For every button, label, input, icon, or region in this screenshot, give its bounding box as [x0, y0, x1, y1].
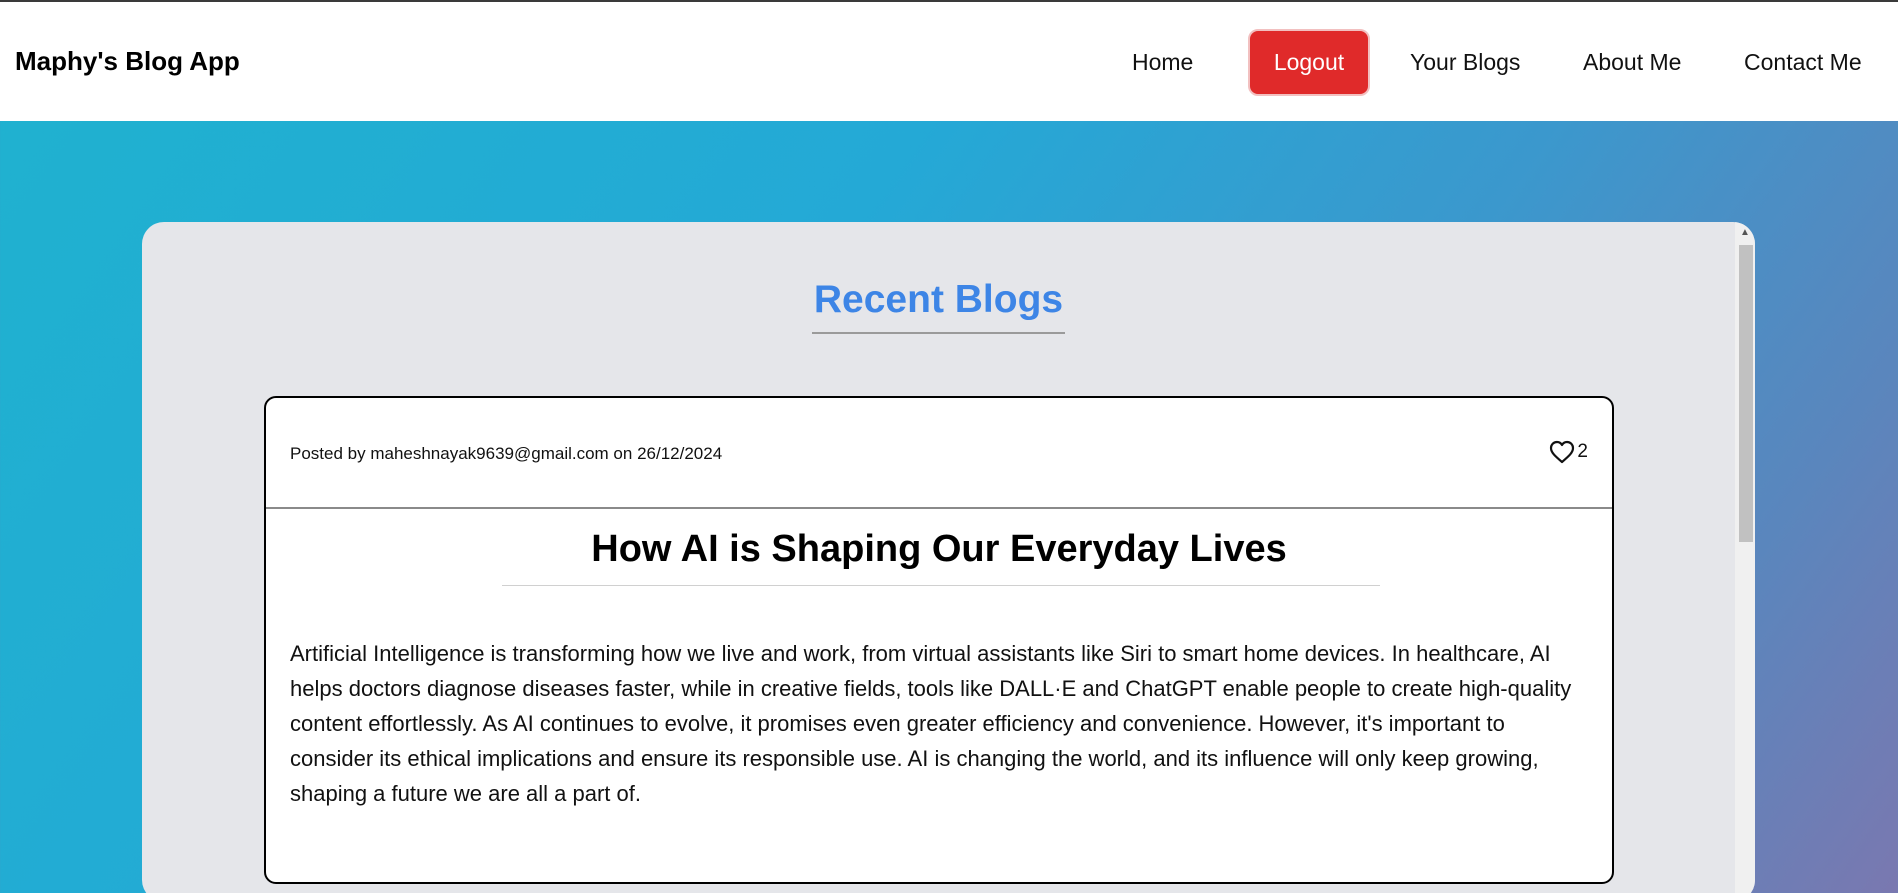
scroll-thumb[interactable]: [1739, 245, 1753, 542]
nav-about-me-link[interactable]: About Me: [1583, 49, 1681, 76]
brand-logo-text[interactable]: Maphy's Blog App: [15, 46, 240, 77]
like-count: 2: [1577, 441, 1588, 462]
section-title: Recent Blogs: [142, 278, 1735, 334]
nav-contact-me-link[interactable]: Contact Me: [1744, 49, 1862, 76]
nav-home-link[interactable]: Home: [1132, 49, 1193, 76]
blog-body-text: Artificial Intelligence is transforming …: [290, 641, 1572, 806]
heart-outline-icon: [1550, 440, 1575, 464]
title-divider: [502, 585, 1380, 586]
blog-title-wrap: How AI is Shaping Our Everyday Lives: [266, 528, 1612, 571]
navbar: Maphy's Blog App Home Logout Your Blogs …: [0, 2, 1898, 121]
scroll-up-arrow-icon[interactable]: ▲: [1735, 226, 1755, 240]
recent-blogs-panel: Recent Blogs Posted by maheshnayak9639@g…: [142, 222, 1755, 893]
recent-blogs-heading: Recent Blogs: [811, 278, 1066, 334]
logout-button[interactable]: Logout: [1248, 29, 1370, 96]
blog-card: Posted by maheshnayak9639@gmail.com on 2…: [264, 396, 1614, 884]
blog-card-header: Posted by maheshnayak9639@gmail.com on 2…: [266, 398, 1612, 509]
like-button[interactable]: 2: [1549, 440, 1588, 464]
blog-title: How AI is Shaping Our Everyday Lives: [591, 528, 1287, 570]
posted-by-text: Posted by maheshnayak9639@gmail.com on 2…: [290, 444, 723, 463]
vertical-scrollbar[interactable]: ▲: [1735, 222, 1755, 893]
nav-your-blogs-link[interactable]: Your Blogs: [1410, 49, 1520, 76]
